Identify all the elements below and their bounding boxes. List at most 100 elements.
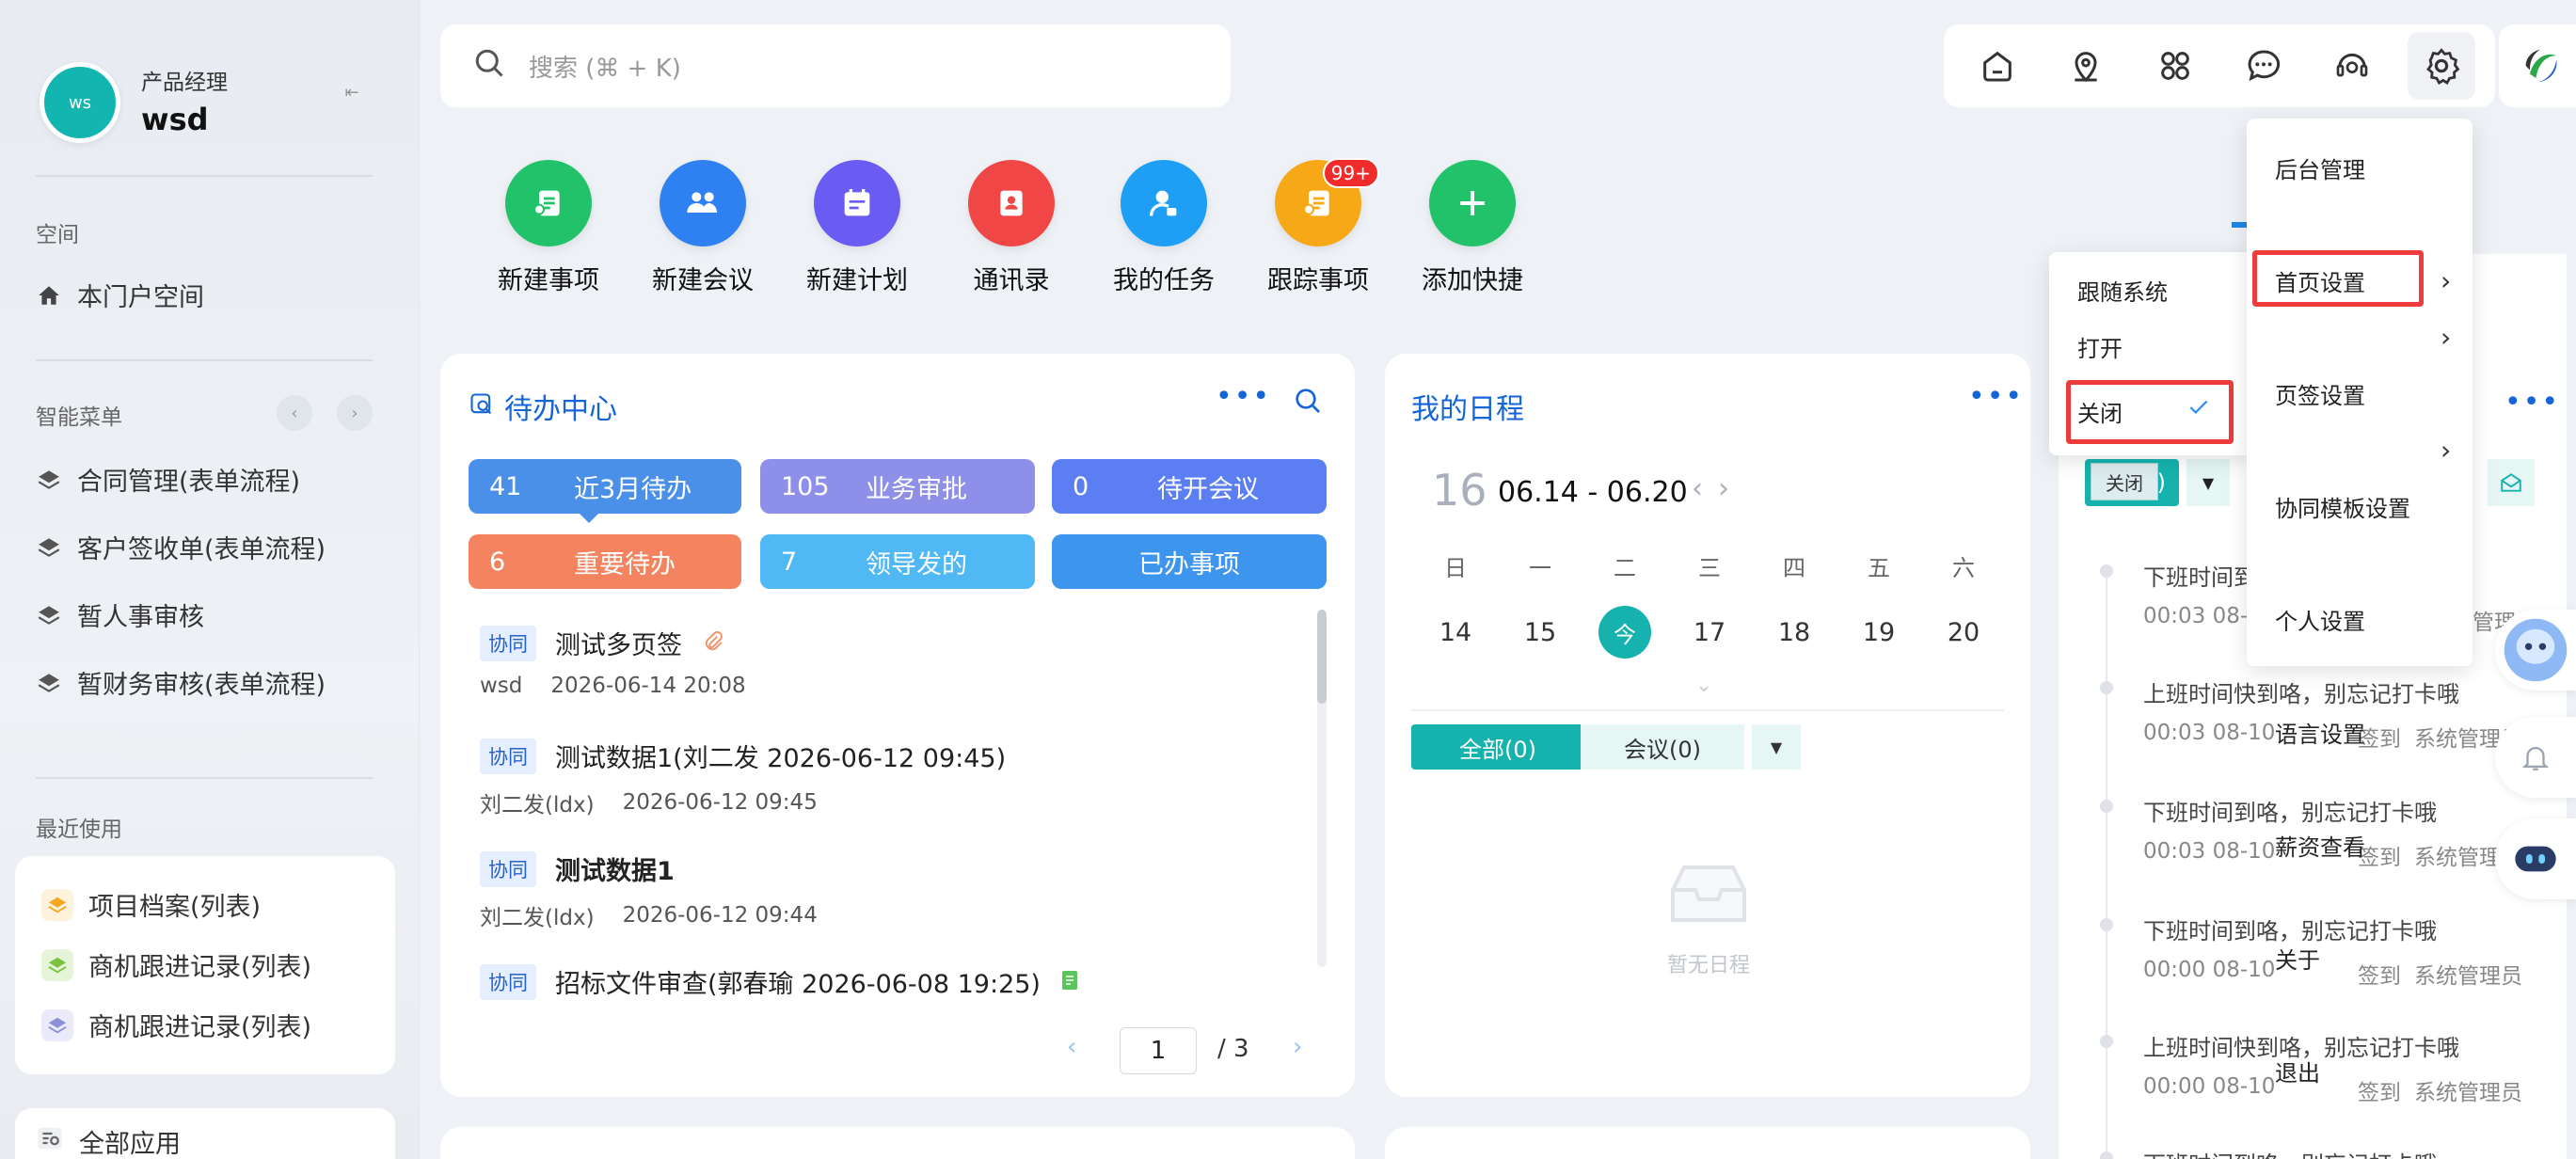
todo-card-header: 待办中心 — [469, 386, 617, 427]
stat-important-todo[interactable]: 6 重要待办 — [469, 534, 741, 589]
more-icon[interactable]: ••• — [1216, 380, 1271, 413]
shortcut-new-item[interactable]: 新建事项 — [478, 160, 619, 296]
filter-dropdown-icon[interactable]: ▼ — [1752, 724, 1801, 770]
weekday: 六 — [1952, 555, 1975, 581]
menu-item-collab-template[interactable]: 协同模板设置 — [2247, 478, 2473, 534]
bell-icon[interactable] — [2495, 717, 2576, 798]
todo-item[interactable]: 协同 招标文件审查(郭春瑜 2026-06-08 19:25) — [480, 963, 1080, 1000]
stat-number: 105 — [781, 471, 830, 501]
sidebar-item-label: 合同管理(表单流程) — [77, 468, 301, 497]
menu-item-tab-settings[interactable]: 页签设置 — [2247, 365, 2473, 421]
menu-item-logout[interactable]: 退出 — [2247, 1042, 2473, 1099]
date-cell[interactable]: 14 — [1413, 618, 1498, 647]
ai-assistant-button[interactable] — [2495, 610, 2576, 691]
recent-item[interactable]: 商机跟进记录(列表) — [41, 1007, 311, 1043]
filter-all-button[interactable]: 全部(0) — [1411, 724, 1584, 770]
smart-menu-next-button[interactable]: › — [337, 395, 373, 431]
scrollbar[interactable] — [1317, 610, 1327, 967]
stat-label: 重要待办 — [574, 549, 676, 580]
stat-number: 6 — [489, 547, 506, 577]
stat-label: 领导发的 — [866, 549, 967, 580]
stat-pointer — [578, 512, 600, 523]
weekday: 五 — [1868, 555, 1890, 581]
submenu-item-follow-system[interactable]: 跟随系统 — [2049, 262, 2254, 318]
week-next-icon[interactable]: › — [1718, 472, 1729, 505]
date-cell[interactable]: 20 — [1921, 618, 2006, 647]
stat-pending-meeting[interactable]: 0 待开会议 — [1052, 459, 1327, 514]
todo-item[interactable]: 协同 测试数据1(刘二发 2026-06-12 09:45) — [480, 738, 1006, 774]
shortcut-label: 我的任务 — [1113, 266, 1215, 295]
page-total: / 3 — [1217, 1035, 1249, 1063]
todo-item-meta: wsd 2026-06-14 20:08 — [480, 674, 746, 698]
sidebar-item-label: 本门户空间 — [77, 283, 204, 312]
search-icon[interactable] — [1293, 386, 1323, 420]
next-page-icon[interactable]: › — [1293, 1033, 1302, 1061]
submenu-item-close[interactable]: 关闭 — [2077, 395, 2123, 428]
menu-item-about[interactable]: 关于 — [2247, 929, 2473, 986]
shortcut-my-tasks[interactable]: 我的任务 — [1093, 160, 1234, 296]
shortcut-tracking[interactable]: 99+ 跟踪事项 — [1248, 158, 1389, 296]
mail-open-icon[interactable] — [2488, 459, 2535, 506]
recent-item[interactable]: 项目档案(列表) — [41, 886, 261, 923]
sidebar-item-finance-review[interactable]: 暂财务审核(表单流程) — [36, 664, 326, 701]
all-apps-button[interactable]: 全部应用 — [15, 1108, 395, 1159]
chatbot-icon[interactable] — [2495, 818, 2576, 899]
chat-icon[interactable] — [2230, 32, 2298, 100]
shortcut-new-meeting[interactable]: 新建会议 — [632, 160, 773, 296]
sidebar-item-portal-space[interactable]: 本门户空间 — [36, 277, 204, 313]
todo-item[interactable]: 协同 测试数据1 — [480, 850, 675, 887]
apps-icon[interactable] — [2141, 32, 2209, 100]
shortcut-label: 新建事项 — [498, 266, 599, 295]
date-cell-today[interactable]: 今 — [1582, 606, 1667, 659]
shortcut-contacts[interactable]: 通讯录 — [941, 160, 1082, 296]
home-icon[interactable] — [1964, 32, 2031, 100]
user-role: 产品经理 — [141, 71, 228, 95]
recent-item-label: 商机跟进记录(列表) — [88, 953, 312, 982]
stat-done[interactable]: 已办事项 — [1052, 534, 1327, 589]
stat-business-approval[interactable]: 105 业务审批 — [760, 459, 1035, 514]
support-icon[interactable] — [2318, 32, 2386, 100]
menu-item-personal-settings[interactable]: 个人设置 — [2247, 591, 2473, 647]
sidebar-item-contract[interactable]: 合同管理(表单流程) — [36, 461, 300, 498]
task-user-icon — [1121, 160, 1207, 246]
filter-meeting-button[interactable]: 会议(0) — [1581, 724, 1744, 770]
smart-menu-prev-button[interactable]: ‹ — [277, 395, 312, 431]
timeline-dropdown-icon[interactable]: ▼ — [2186, 459, 2230, 506]
timeline-item-title[interactable]: 下班时间到咯，别忘记打卡哦 — [2143, 1146, 2437, 1159]
more-icon[interactable]: ••• — [1968, 380, 2024, 413]
shortcut-label: 添加快捷 — [1422, 266, 1523, 295]
avatar[interactable]: ws — [40, 62, 120, 143]
date-cell[interactable]: 18 — [1752, 618, 1837, 647]
recent-item[interactable]: 商机跟进记录(列表) — [41, 946, 311, 983]
sidebar-item-customer-receipt[interactable]: 客户签收单(表单流程) — [36, 529, 326, 565]
date-cell[interactable]: 15 — [1498, 618, 1582, 647]
stat-label: 业务审批 — [866, 474, 967, 504]
date-cell[interactable]: 19 — [1837, 618, 1921, 647]
shortcut-add[interactable]: 添加快捷 — [1402, 160, 1543, 296]
menu-item-language-settings[interactable]: 语言设置 — [2247, 704, 2473, 760]
collapse-sidebar-icon[interactable]: ⇤ — [335, 75, 369, 109]
gear-icon[interactable] — [2407, 32, 2475, 100]
stat-recent-todo[interactable]: 41 近3月待办 — [469, 459, 741, 514]
stat-label: 近3月待办 — [574, 474, 692, 504]
search-bar[interactable]: 搜索 (⌘ + K) — [440, 24, 1231, 107]
shortcut-new-plan[interactable]: 新建计划 — [787, 160, 928, 296]
scrollbar-thumb[interactable] — [1317, 610, 1327, 704]
page-input[interactable]: 1 — [1120, 1027, 1197, 1074]
sidebar-item-hr-review[interactable]: 暂人事审核 — [36, 596, 204, 633]
menu-item-admin[interactable]: 后台管理 — [2247, 139, 2473, 196]
expand-chevron-icon[interactable]: ⌄ — [1695, 674, 1712, 697]
sidebar: ws 产品经理 wsd ⇤ 空间 本门户空间 智能菜单 ‹ › 合同管理(表单流… — [0, 0, 420, 1159]
stat-from-leader[interactable]: 7 领导发的 — [760, 534, 1035, 589]
timeline-item-title[interactable]: 下班时间到 — [2143, 559, 2256, 592]
todo-item[interactable]: 协同 测试多页签 — [480, 625, 725, 661]
menu-item-salary[interactable]: 薪资查看 — [2247, 817, 2473, 873]
more-icon[interactable]: ••• — [2504, 386, 2560, 419]
submenu-item-open[interactable]: 打开 — [2049, 318, 2254, 374]
location-icon[interactable] — [2052, 32, 2120, 100]
date-cell[interactable]: 17 — [1667, 618, 1752, 647]
timeline-item-time: 00:03 08-1 — [2143, 604, 2262, 628]
brand-logo[interactable] — [2499, 24, 2576, 107]
week-prev-icon[interactable]: ‹ — [1692, 472, 1703, 505]
prev-page-icon[interactable]: ‹ — [1067, 1033, 1076, 1061]
